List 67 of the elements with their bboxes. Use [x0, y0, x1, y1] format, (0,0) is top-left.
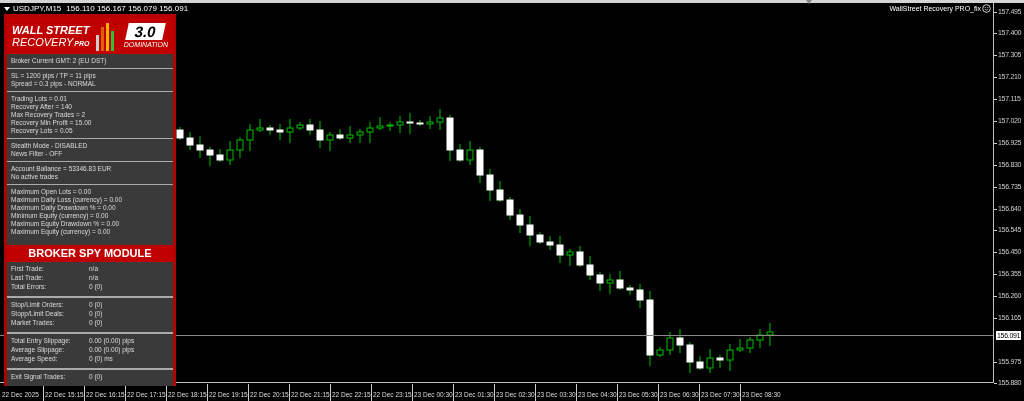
candle	[766, 322, 774, 347]
candle	[396, 115, 404, 134]
candle	[446, 114, 454, 162]
candle	[336, 128, 344, 141]
candle	[356, 128, 364, 144]
candle	[566, 248, 574, 267]
candle	[366, 121, 374, 144]
candle	[676, 328, 684, 354]
candle	[606, 273, 614, 295]
symbol-label: USDJPY,M15	[13, 3, 62, 14]
candle	[246, 123, 254, 152]
candle	[286, 118, 294, 144]
candle	[586, 255, 594, 281]
candle	[596, 271, 604, 292]
candle	[266, 124, 274, 136]
candle	[626, 284, 634, 296]
candle	[696, 355, 704, 371]
candle	[416, 119, 424, 127]
candle	[296, 121, 304, 131]
candle	[516, 208, 524, 234]
candle	[346, 125, 354, 144]
candle	[236, 136, 244, 159]
candle	[456, 143, 464, 163]
candle	[576, 245, 584, 268]
candle	[386, 121, 394, 132]
candle	[176, 126, 184, 141]
candle	[746, 336, 754, 354]
version-badge: 3.0	[125, 22, 167, 40]
candle	[636, 283, 644, 309]
scroll-marker-icon	[806, 0, 812, 4]
candle	[496, 180, 504, 203]
candle	[556, 235, 564, 264]
candle	[656, 346, 664, 358]
candle	[756, 328, 764, 349]
candle	[426, 115, 434, 130]
candle	[206, 146, 214, 167]
candle	[216, 148, 224, 163]
candle	[486, 168, 494, 202]
candle	[506, 196, 514, 221]
candle	[666, 331, 674, 356]
candle	[686, 341, 694, 374]
logo-subtitle: RECOVERY	[12, 35, 74, 48]
module-title: BROKER SPY MODULE	[7, 245, 173, 262]
candle	[256, 118, 264, 133]
candle	[316, 120, 324, 149]
candle	[726, 343, 734, 372]
candle	[536, 231, 544, 245]
candle	[436, 108, 444, 131]
candle	[616, 270, 624, 291]
candle	[276, 123, 284, 141]
candle	[476, 146, 484, 184]
candle	[526, 215, 534, 247]
candle	[196, 135, 204, 159]
candle	[546, 235, 554, 251]
dropdown-icon[interactable]	[4, 6, 10, 11]
logo-title: WALL STREET	[12, 23, 90, 36]
candle	[326, 131, 334, 152]
candle	[716, 354, 724, 369]
candle	[406, 112, 414, 135]
candle	[376, 116, 384, 131]
quote-values: 156.110 156.167 156.079 156.091	[66, 3, 189, 14]
candle	[466, 140, 474, 166]
candle	[306, 118, 314, 136]
candle	[186, 131, 194, 151]
candle	[736, 338, 744, 353]
candle	[226, 140, 234, 166]
candle	[706, 348, 714, 374]
